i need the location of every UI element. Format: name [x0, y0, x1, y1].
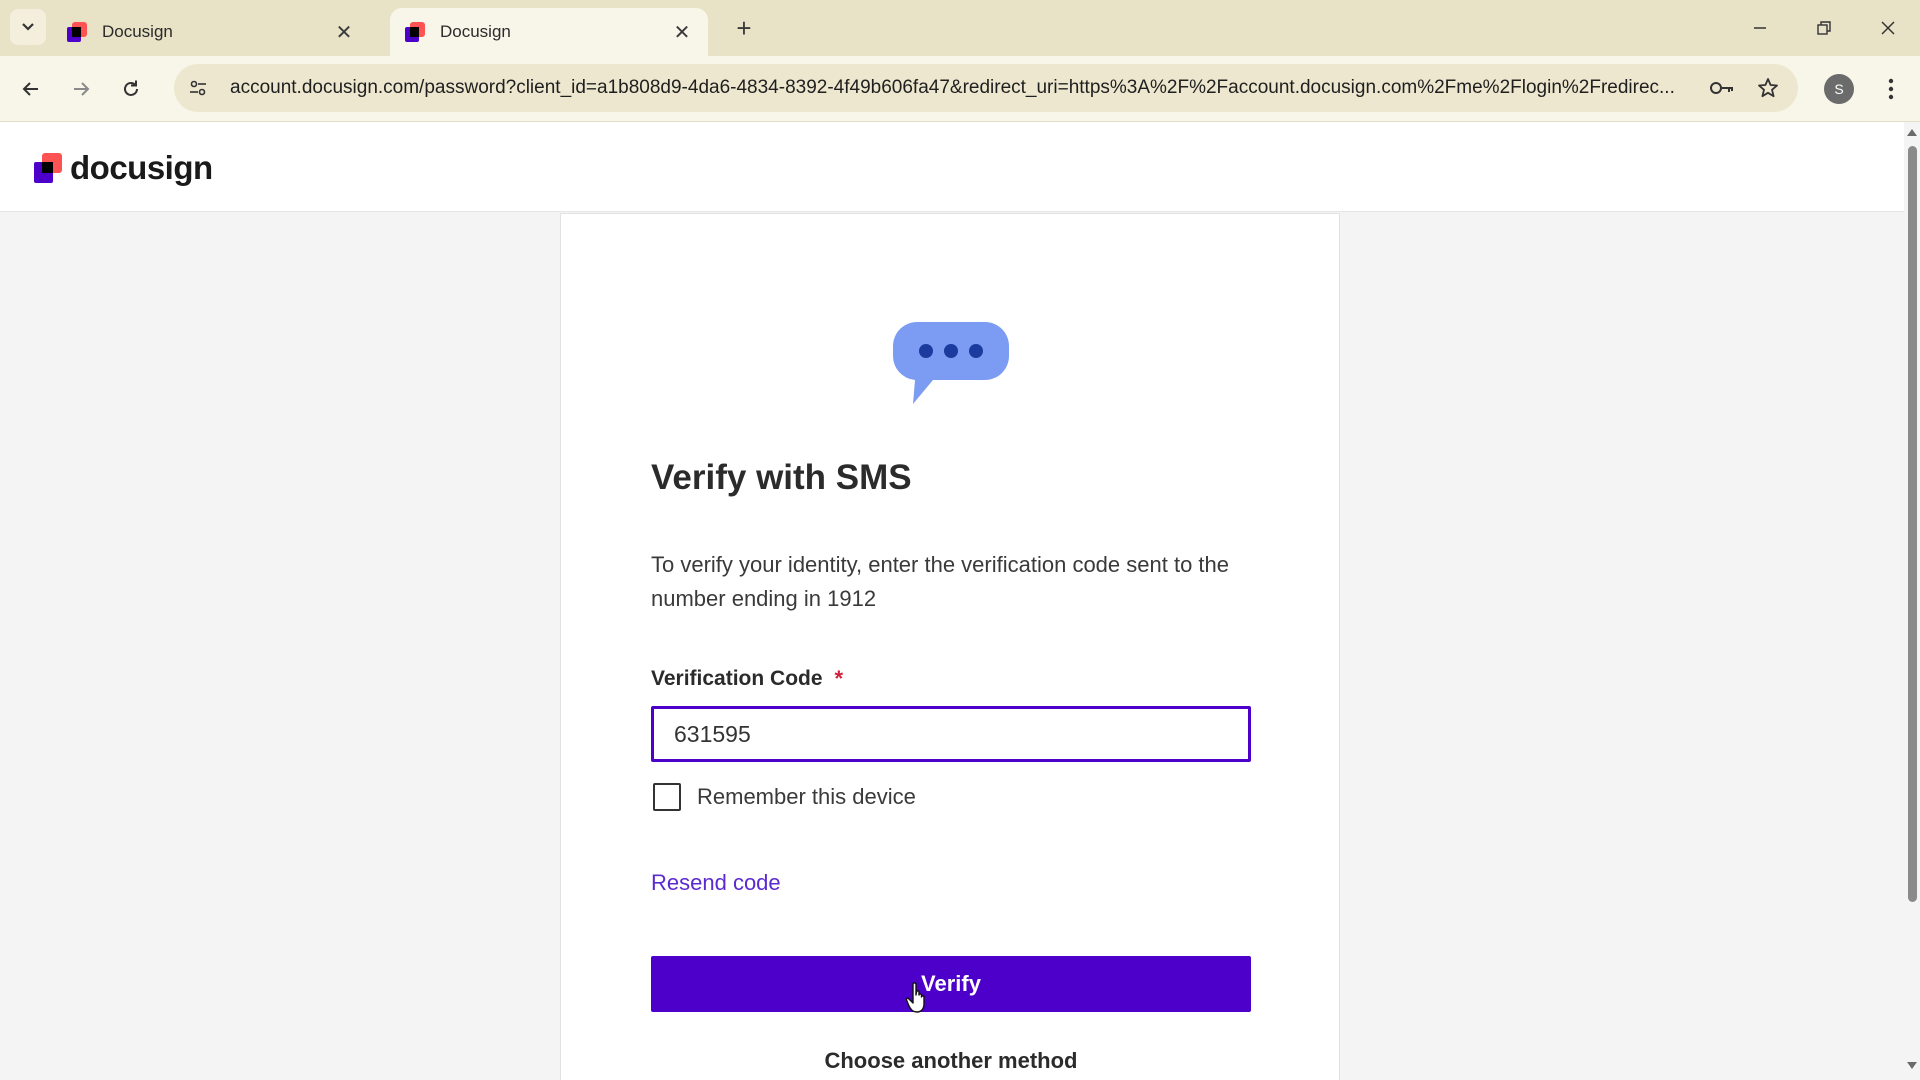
window-close-button[interactable] [1868, 10, 1908, 46]
url-text[interactable]: account.docusign.com/password?client_id=… [230, 77, 1710, 99]
close-icon [1881, 21, 1895, 35]
star-icon [1758, 78, 1778, 98]
password-manager-button[interactable] [1704, 70, 1740, 106]
docusign-logo[interactable]: docusign [34, 149, 213, 186]
tab-title: Docusign [440, 22, 511, 41]
mouse-cursor-icon [905, 982, 925, 1013]
browser-tab-1[interactable]: Docusign ✕ [52, 8, 370, 56]
minimize-icon [1754, 27, 1766, 29]
site-header: docusign [0, 122, 1904, 212]
scrollbar-thumb[interactable] [1908, 146, 1917, 902]
scroll-down-arrow-icon[interactable] [1907, 1062, 1917, 1070]
tab-search-button[interactable] [10, 9, 46, 45]
choose-another-method-link[interactable]: Choose another method [651, 1048, 1251, 1074]
arrow-left-icon [22, 82, 38, 96]
browser-tabstrip: Docusign ✕ Docusign ✕ + [0, 0, 1920, 56]
plus-icon: + [736, 12, 752, 43]
chevron-down-icon [22, 23, 34, 31]
sms-chat-bubble-icon [893, 322, 1009, 404]
bookmark-button[interactable] [1750, 70, 1786, 106]
forward-button[interactable] [62, 70, 100, 108]
profile-avatar[interactable]: S [1824, 74, 1854, 104]
reload-icon [124, 80, 138, 96]
verification-code-label: Verification Code * [651, 666, 843, 692]
key-icon [1710, 82, 1733, 94]
verification-code-input[interactable] [651, 706, 1251, 762]
page-scrollbar[interactable] [1904, 122, 1920, 1080]
remember-device-checkbox[interactable] [653, 783, 681, 811]
verification-card: Verify with SMS To verify your identity,… [560, 213, 1340, 1080]
verification-code-label-text: Verification Code [651, 667, 823, 690]
window-minimize-button[interactable] [1740, 10, 1780, 46]
docusign-favicon-icon [405, 22, 425, 42]
remember-device-label[interactable]: Remember this device [697, 784, 916, 810]
arrow-right-icon [74, 82, 90, 96]
back-button[interactable] [12, 70, 50, 108]
page-title: Verify with SMS [651, 458, 912, 497]
scroll-up-arrow-icon[interactable] [1907, 128, 1917, 136]
site-info-button[interactable] [180, 70, 216, 106]
browser-menu-button[interactable] [1876, 70, 1906, 108]
reload-button[interactable] [112, 70, 150, 108]
restore-icon [1817, 21, 1831, 35]
address-bar[interactable]: account.docusign.com/password?client_id=… [174, 64, 1798, 112]
page-viewport: docusign Verify with SMS To verify your … [0, 122, 1904, 1080]
new-tab-button[interactable]: + [728, 12, 760, 44]
resend-code-link[interactable]: Resend code [651, 870, 781, 896]
logo-text: docusign [70, 149, 213, 186]
docusign-logo-icon [34, 153, 62, 183]
tab-close-icon[interactable]: ✕ [332, 20, 356, 44]
docusign-favicon-icon [67, 22, 87, 42]
tab-close-icon[interactable]: ✕ [670, 20, 694, 44]
window-restore-button[interactable] [1804, 10, 1844, 46]
tune-icon [190, 80, 206, 96]
kebab-icon [1888, 78, 1894, 100]
browser-tab-2[interactable]: Docusign ✕ [390, 8, 708, 56]
profile-initial: S [1834, 81, 1844, 97]
verification-description: To verify your identity, enter the verif… [651, 552, 1230, 611]
remember-device-row[interactable]: Remember this device [653, 782, 916, 812]
tab-title: Docusign [102, 22, 173, 41]
browser-toolbar: account.docusign.com/password?client_id=… [0, 56, 1920, 122]
required-marker: * [834, 666, 844, 691]
verify-button[interactable]: Verify [651, 956, 1251, 1012]
